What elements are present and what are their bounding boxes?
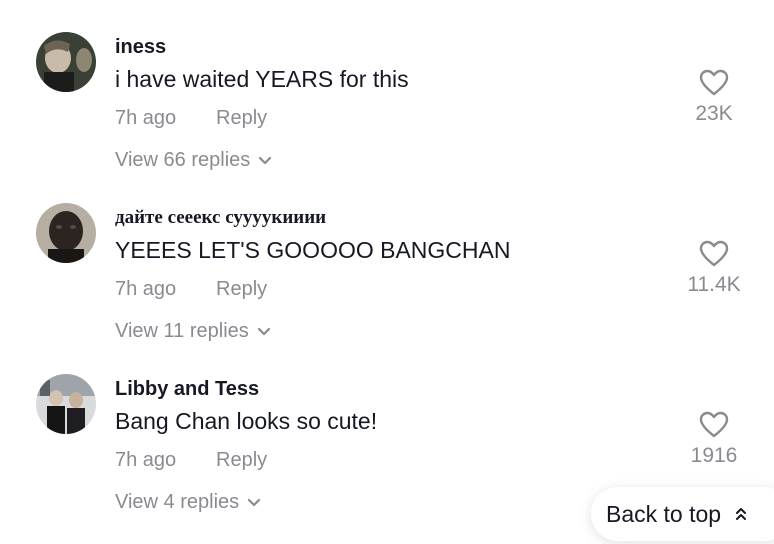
view-replies-button[interactable]: View 11 replies xyxy=(115,320,271,343)
username[interactable]: Libby and Tess xyxy=(115,378,259,401)
username[interactable]: дайте сееекс суууукииии xyxy=(115,207,326,229)
view-replies-label: View 4 replies xyxy=(115,491,240,513)
like-area: 23K xyxy=(674,68,754,126)
chevron-down-icon xyxy=(258,156,272,166)
comment-text: YEEES LET'S GOOOOO BANGCHAN xyxy=(115,237,511,263)
chevron-down-icon xyxy=(247,498,261,508)
timestamp: 7h ago xyxy=(115,449,177,471)
heart-icon[interactable] xyxy=(699,68,729,98)
chevron-down-icon xyxy=(257,327,271,337)
view-replies-label: View 66 replies xyxy=(115,149,251,171)
heart-icon[interactable] xyxy=(699,410,729,440)
reply-button[interactable]: Reply xyxy=(216,107,267,130)
reply-button[interactable]: Reply xyxy=(216,449,267,472)
like-area: 1916 xyxy=(674,410,754,468)
avatar[interactable] xyxy=(36,203,96,263)
like-area: 11.4K xyxy=(674,239,754,297)
reply-button[interactable]: Reply xyxy=(216,278,267,301)
like-count: 1916 xyxy=(690,444,738,467)
comment-item: iness i have waited YEARS for this 7h ag… xyxy=(0,32,774,202)
comment-text: i have waited YEARS for this xyxy=(115,66,409,92)
avatar[interactable] xyxy=(36,32,96,92)
username[interactable]: iness xyxy=(115,36,166,59)
avatar[interactable] xyxy=(36,374,96,434)
double-chevron-up-icon xyxy=(735,506,747,522)
view-replies-label: View 11 replies xyxy=(115,320,249,342)
view-replies-button[interactable]: View 4 replies xyxy=(115,491,261,514)
timestamp: 7h ago xyxy=(115,107,177,129)
comment-text: Bang Chan looks so cute! xyxy=(115,408,378,434)
comment-item: дайте сееекс суууукииии YEEES LET'S GOOO… xyxy=(0,203,774,373)
back-to-top-label: Back to top xyxy=(606,500,722,527)
like-count: 11.4K xyxy=(687,273,741,296)
view-replies-button[interactable]: View 66 replies xyxy=(115,149,272,172)
back-to-top-button[interactable]: Back to top xyxy=(591,487,774,541)
timestamp: 7h ago xyxy=(115,278,177,300)
heart-icon[interactable] xyxy=(699,239,729,269)
like-count: 23K xyxy=(695,102,733,125)
